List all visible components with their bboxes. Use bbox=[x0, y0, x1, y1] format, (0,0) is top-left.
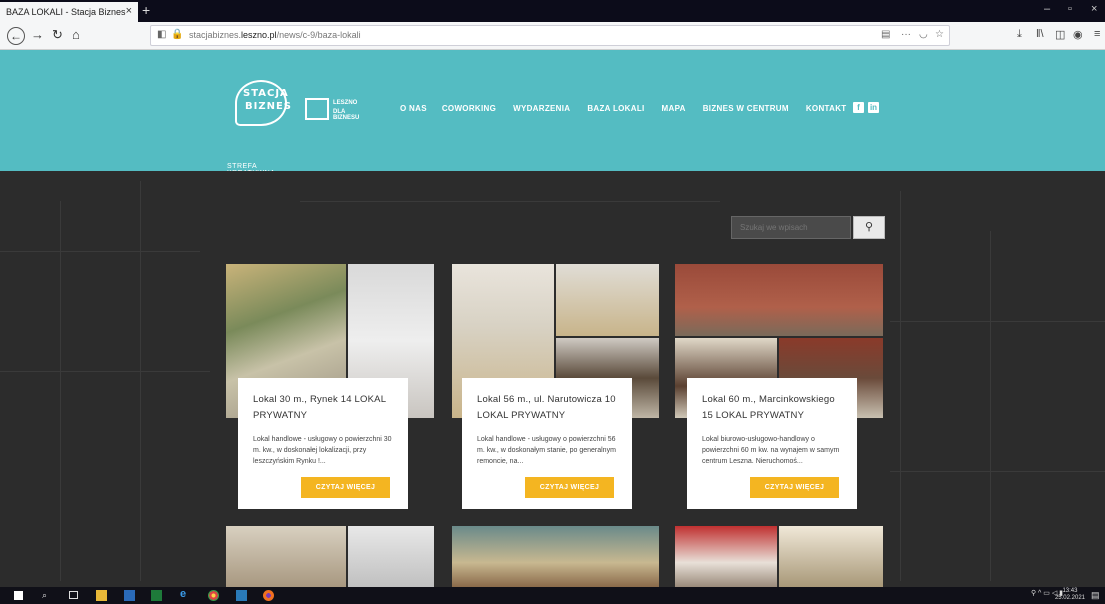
decorative-line bbox=[890, 321, 1105, 322]
url-bar[interactable]: ◧ 🔒 stacjabiznes.leszno.pl/news/c-9/baza… bbox=[150, 25, 950, 46]
read-more-button[interactable]: CZYTAJ WIĘCEJ bbox=[750, 477, 839, 498]
browser-tab[interactable]: BAZA LOKALI - Stacja Biznes × bbox=[0, 2, 138, 22]
minimize-icon[interactable]: – bbox=[1044, 3, 1050, 15]
decorative-line bbox=[300, 201, 720, 202]
task-view-icon[interactable] bbox=[69, 591, 78, 599]
chrome-icon[interactable] bbox=[208, 590, 219, 601]
tab-close-icon[interactable]: × bbox=[126, 5, 132, 17]
listing-photo[interactable] bbox=[556, 264, 659, 336]
linkedin-icon[interactable]: in bbox=[868, 102, 879, 113]
pocket-icon[interactable]: ◡ bbox=[919, 29, 928, 40]
restore-icon[interactable]: ▫ bbox=[1068, 3, 1072, 15]
forward-arrow-icon[interactable]: → bbox=[31, 27, 44, 42]
downloads-icon[interactable]: ⤓ bbox=[1017, 28, 1022, 41]
url-text: stacjabiznes.leszno.pl/news/c-9/baza-lok… bbox=[189, 30, 361, 40]
window-close-icon[interactable]: × bbox=[1091, 3, 1097, 15]
notifications-icon[interactable]: ▤ bbox=[1091, 590, 1102, 601]
listing-card: Lokal 56 m., ul. Narutowicza 10 LOKAL PR… bbox=[462, 378, 632, 509]
listing-photo[interactable] bbox=[226, 526, 346, 587]
windows-taskbar: ⌕ e ⚲ ^ ▭ ◁ ▮ 13:43 25.02.2021 ▤ bbox=[0, 587, 1105, 604]
clock-date: 25.02.2021 bbox=[1054, 595, 1085, 601]
logo-line-2: BIZNES bbox=[245, 101, 292, 112]
back-arrow-icon[interactable]: ← bbox=[7, 27, 25, 45]
reader-view-icon[interactable]: ▤ bbox=[881, 29, 890, 40]
menu-item-mapa[interactable]: MAPA bbox=[662, 104, 686, 118]
search-icon[interactable]: ⌕ bbox=[42, 590, 53, 601]
page-actions-icon[interactable]: ··· bbox=[901, 29, 911, 40]
menu-item-biznes-w-centrum[interactable]: BIZNES W CENTRUM bbox=[703, 104, 789, 118]
clock[interactable]: 13:43 25.02.2021 bbox=[1055, 588, 1085, 602]
listing-description: Lokal handlowe - usługowy o powierzchni … bbox=[477, 436, 616, 465]
menu-item-baza-lokali[interactable]: BAZA LOKALI bbox=[587, 104, 644, 118]
site-header: STACJA BIZNES STREFA KREATYWNA LESZNO DL… bbox=[0, 50, 1105, 177]
browser-nav-bar: ← → ↻ ⌂ ◧ 🔒 stacjabiznes.leszno.pl/news/… bbox=[0, 22, 1105, 50]
clock-time: 13:43 bbox=[1062, 588, 1078, 594]
tab-title: BAZA LOKALI - Stacja Biznes bbox=[6, 7, 126, 17]
listing-title[interactable]: Lokal 30 m., Rynek 14 LOKAL PRYWATNY bbox=[253, 392, 393, 424]
partner-line-1: LESZNO bbox=[333, 100, 358, 106]
listing-photo[interactable] bbox=[348, 526, 434, 587]
search-icon: ⚲ bbox=[864, 221, 874, 233]
menu-item-wydarzenia[interactable]: WYDARZENIA bbox=[513, 104, 570, 118]
listing-photo[interactable] bbox=[452, 526, 659, 587]
firefox-icon[interactable] bbox=[263, 590, 274, 601]
decorative-line bbox=[900, 191, 901, 581]
file-explorer-icon[interactable] bbox=[96, 590, 107, 601]
browser-tab-bar: BAZA LOKALI - Stacja Biznes × + – ▫ × bbox=[0, 0, 1105, 22]
bookmark-star-icon[interactable]: ☆ bbox=[935, 29, 944, 40]
decorative-line bbox=[990, 231, 991, 581]
insecure-lock-icon[interactable]: 🔒 bbox=[171, 29, 183, 40]
read-more-button[interactable]: CZYTAJ WIĘCEJ bbox=[525, 477, 614, 498]
facebook-icon[interactable]: f bbox=[853, 102, 864, 113]
menu-item-kontakt[interactable]: KONTAKT bbox=[806, 104, 847, 118]
new-tab-button[interactable]: + bbox=[142, 2, 150, 18]
shield-icon[interactable]: ◧ bbox=[157, 29, 166, 40]
listing-photo[interactable] bbox=[675, 526, 777, 587]
listing-card: Lokal 60 m., Marcinkowskiego 15 LOKAL PR… bbox=[687, 378, 857, 509]
account-icon[interactable]: ◉ bbox=[1073, 28, 1083, 41]
main-menu: O NAS COWORKING WYDARZENIA BAZA LOKALI M… bbox=[400, 104, 846, 118]
leszno-mark-icon bbox=[305, 98, 329, 120]
library-icon[interactable]: ‖\ bbox=[1036, 28, 1044, 40]
reload-icon[interactable]: ↻ bbox=[52, 27, 63, 43]
listing-description: Lokal handlowe - usługowy o powierzchni … bbox=[253, 436, 392, 465]
windows-start-icon[interactable] bbox=[14, 591, 23, 600]
listing-photo[interactable] bbox=[675, 264, 883, 336]
logo-line-1: STACJA bbox=[243, 88, 289, 99]
excel-icon[interactable] bbox=[151, 590, 162, 601]
home-icon[interactable]: ⌂ bbox=[72, 27, 80, 42]
decorative-line bbox=[0, 371, 210, 372]
search-input[interactable] bbox=[731, 216, 851, 239]
partner-line-2: DLA BIZNESU bbox=[333, 109, 360, 121]
hamburger-menu-icon[interactable]: ≡ bbox=[1094, 28, 1100, 40]
search-button[interactable]: ⚲ bbox=[853, 216, 885, 239]
main-content: ⚲ Lokal 30 m., Rynek 14 LOKAL PRYWATNY L… bbox=[0, 171, 1105, 587]
edge-icon[interactable]: e bbox=[180, 588, 191, 600]
search-form: ⚲ bbox=[731, 216, 885, 239]
listing-photo[interactable] bbox=[779, 526, 883, 587]
listing-description: Lokal biurowo-usługowo-handlowy o powier… bbox=[702, 436, 840, 465]
outlook-icon[interactable] bbox=[124, 590, 135, 601]
decorative-line bbox=[890, 471, 1105, 472]
decorative-line bbox=[140, 181, 141, 581]
menu-item-coworking[interactable]: COWORKING bbox=[442, 104, 496, 118]
decorative-line bbox=[0, 251, 200, 252]
decorative-line bbox=[60, 201, 61, 581]
read-more-button[interactable]: CZYTAJ WIĘCEJ bbox=[301, 477, 390, 498]
stacja-biznes-logo[interactable]: STACJA BIZNES STREFA KREATYWNA bbox=[225, 80, 291, 177]
sidebar-icon[interactable]: ◫ bbox=[1055, 28, 1065, 41]
listing-title[interactable]: Lokal 56 m., ul. Narutowicza 10 LOKAL PR… bbox=[477, 392, 617, 424]
menu-item-o-nas[interactable]: O NAS bbox=[400, 104, 427, 118]
outlook-icon[interactable] bbox=[236, 590, 247, 601]
listing-card: Lokal 30 m., Rynek 14 LOKAL PRYWATNY Lok… bbox=[238, 378, 408, 509]
listing-title[interactable]: Lokal 60 m., Marcinkowskiego 15 LOKAL PR… bbox=[702, 392, 842, 424]
